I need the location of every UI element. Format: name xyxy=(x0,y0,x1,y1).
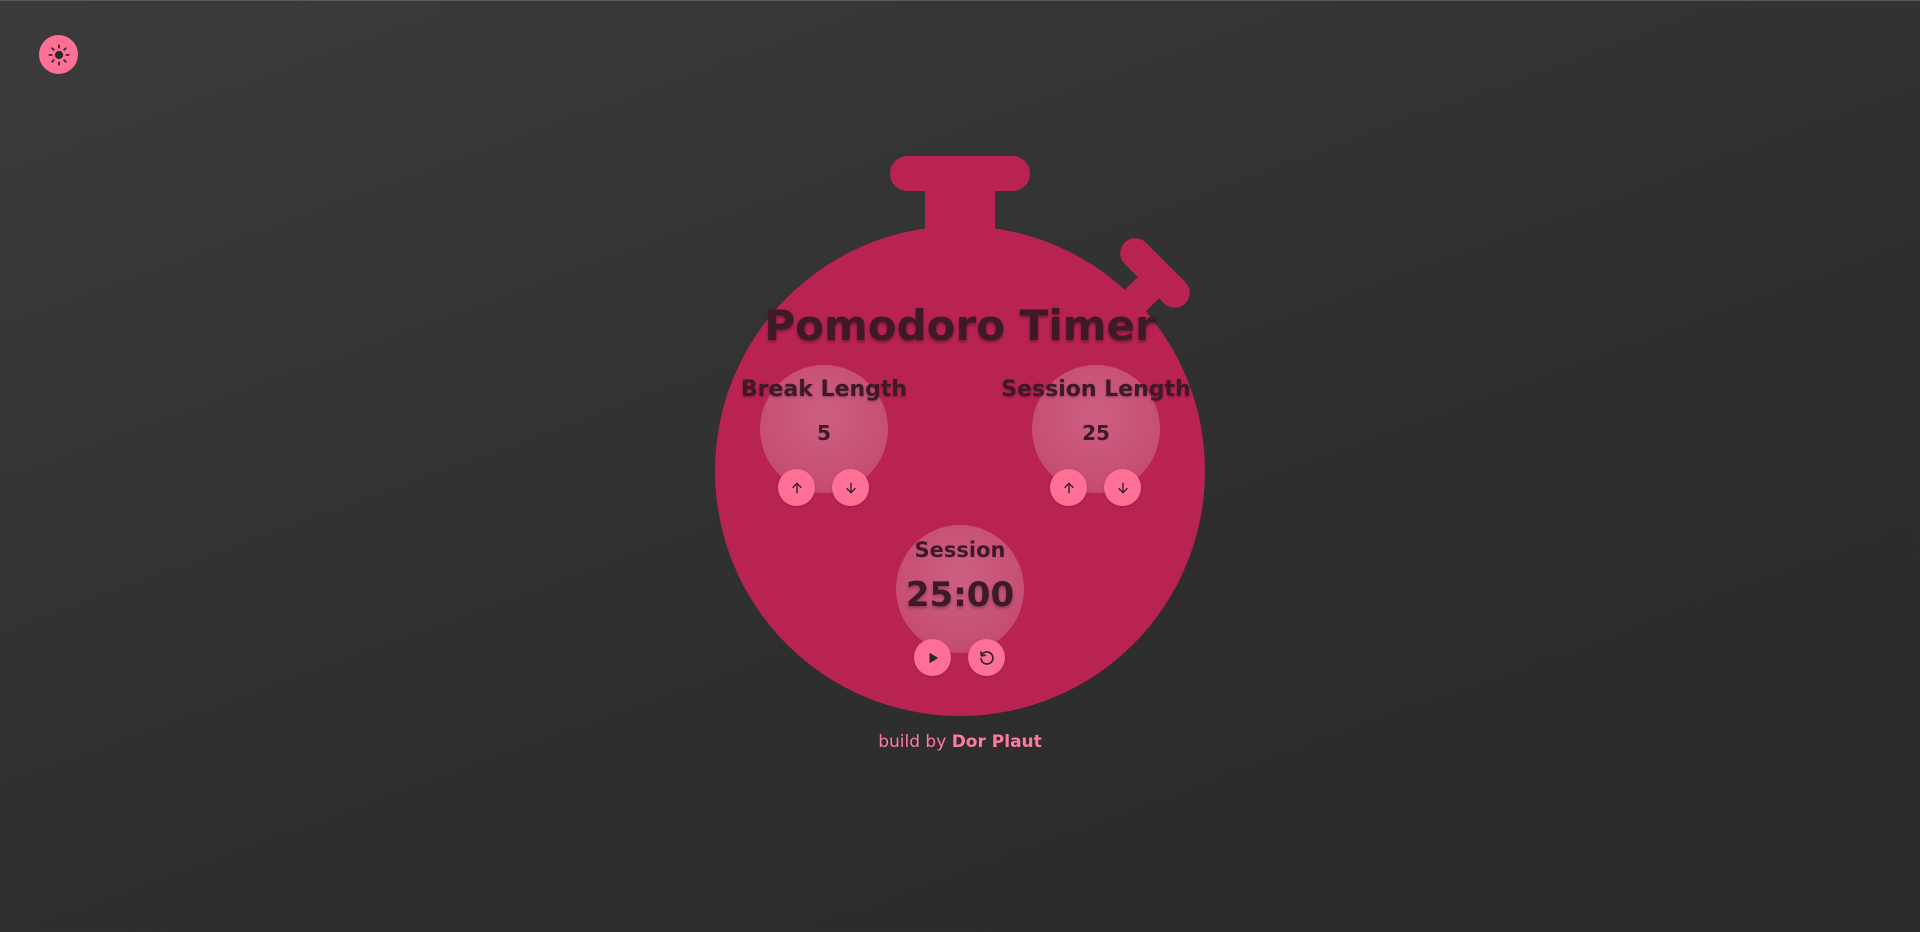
session-increment-button[interactable] xyxy=(1050,469,1087,506)
arrow-up-icon xyxy=(1063,482,1074,493)
arrow-up-icon xyxy=(791,482,802,493)
timer-label: Session xyxy=(914,538,1006,562)
break-decrement-button[interactable] xyxy=(832,469,869,506)
break-value: 5 xyxy=(817,421,831,445)
arrow-down-icon xyxy=(845,482,856,493)
timer-disc xyxy=(896,525,1024,653)
session-decrement-button[interactable] xyxy=(1104,469,1141,506)
break-disc xyxy=(760,365,888,493)
session-disc xyxy=(1032,365,1160,493)
theme-toggle-button[interactable] xyxy=(39,35,78,74)
sun-icon xyxy=(47,43,70,66)
stopwatch: Pomodoro Timer Break Length 5 Session Le… xyxy=(0,1,1920,932)
footer-credit: build by Dor Plaut xyxy=(0,732,1920,752)
credit-prefix: build by xyxy=(878,732,947,752)
reset-button[interactable] xyxy=(968,639,1005,676)
author-link[interactable]: Dor Plaut xyxy=(952,732,1042,752)
page-title: Pomodoro Timer xyxy=(764,301,1156,350)
stopwatch-body xyxy=(715,156,1205,716)
reset-icon xyxy=(979,650,994,665)
session-label: Session Length xyxy=(1001,377,1191,402)
play-icon xyxy=(929,652,938,663)
arrow-down-icon xyxy=(1117,482,1128,493)
break-increment-button[interactable] xyxy=(778,469,815,506)
session-value: 25 xyxy=(1082,421,1110,445)
timer-display: 25:00 xyxy=(905,575,1015,615)
break-label: Break Length xyxy=(740,377,908,402)
start-stop-button[interactable] xyxy=(914,639,951,676)
